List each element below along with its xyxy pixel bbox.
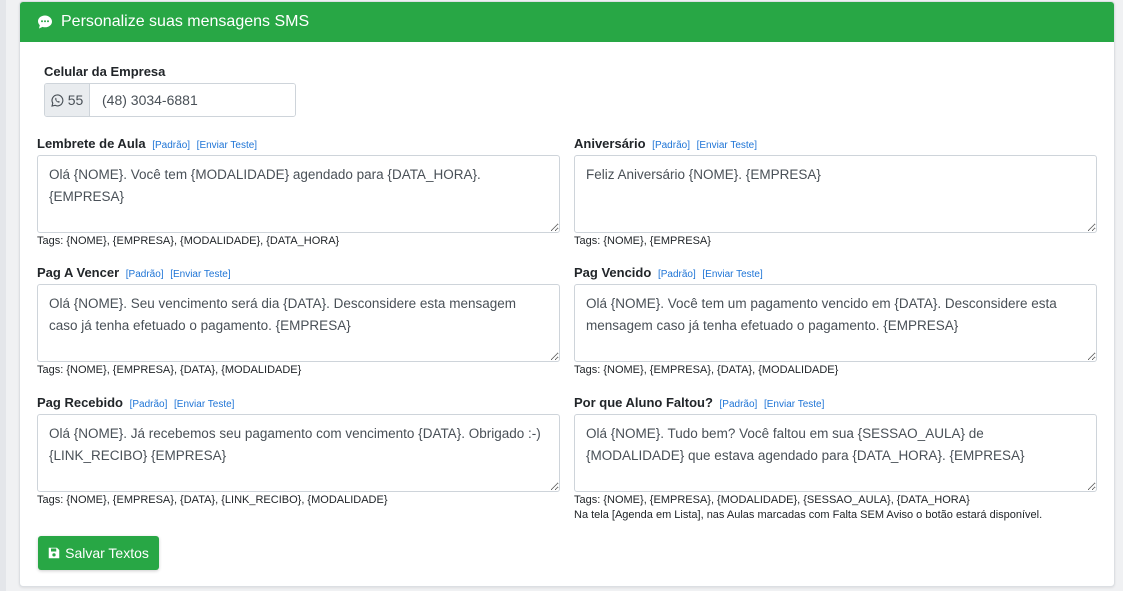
field-label: Pag A Vencer (37, 265, 120, 280)
tags-hint: Tags: {NOME}, {EMPRESA} (574, 235, 711, 247)
field-lembrete-de-aula: Lembrete de Aula [Padrão] [Enviar Teste]… (37, 135, 560, 249)
country-code-prefix: 55 (45, 84, 90, 116)
card-header: Personalize suas mensagens SMS (20, 2, 1114, 42)
default-link[interactable]: [Padrão] (152, 140, 190, 151)
default-link[interactable]: [Padrão] (720, 399, 758, 410)
field-label: Pag Vencido (574, 265, 652, 280)
send-test-link[interactable]: [Enviar Teste] (197, 140, 257, 151)
tags-hint: Tags: {NOME}, {EMPRESA}, {DATA}, {LINK_R… (37, 494, 388, 506)
card-title: Personalize suas mensagens SMS (61, 13, 310, 30)
field-por-que-aluno-faltou: Por que Aluno Faltou? [Padrão] [Enviar T… (574, 394, 1097, 523)
tags-hint: Tags: {NOME}, {EMPRESA}, {MODALIDADE}, {… (574, 494, 970, 506)
absence-note: Na tela [Agenda em Lista], nas Aulas mar… (574, 509, 1043, 521)
field-label: Lembrete de Aula (37, 136, 146, 151)
send-test-link[interactable]: [Enviar Teste] (170, 269, 230, 280)
send-test-link[interactable]: [Enviar Teste] (697, 140, 757, 151)
message-textarea[interactable]: Feliz Aniversário {NOME}. {EMPRESA} (574, 155, 1097, 233)
floppy-disk-icon (48, 547, 60, 559)
message-textarea[interactable]: Olá {NOME}. Tudo bem? Você faltou em sua… (574, 414, 1097, 492)
default-link[interactable]: [Padrão] (126, 269, 164, 280)
tags-hint: Tags: {NOME}, {EMPRESA}, {MODALIDADE}, {… (37, 235, 340, 247)
default-link[interactable]: [Padrão] (130, 399, 168, 410)
message-textarea[interactable]: Olá {NOME}. Você tem um pagamento vencid… (574, 284, 1097, 362)
send-test-link[interactable]: [Enviar Teste] (764, 399, 824, 410)
field-label: Por que Aluno Faltou? (574, 395, 713, 410)
whatsapp-icon (50, 93, 64, 107)
default-link[interactable]: [Padrão] (658, 269, 696, 280)
tags-hint: Tags: {NOME}, {EMPRESA}, {DATA}, {MODALI… (574, 364, 839, 376)
company-phone-input[interactable] (90, 84, 295, 116)
field-pag-recebido: Pag Recebido [Padrão] [Enviar Teste] Olá… (37, 394, 560, 508)
company-phone-label: Celular da Empresa (44, 64, 166, 79)
page-edge (0, 0, 6, 591)
tags-hint: Tags: {NOME}, {EMPRESA}, {DATA}, {MODALI… (37, 364, 302, 376)
country-code: 55 (67, 92, 84, 108)
field-label: Pag Recebido (37, 395, 123, 410)
send-test-link[interactable]: [Enviar Teste] (174, 399, 234, 410)
field-pag-a-vencer: Pag A Vencer [Padrão] [Enviar Teste] Olá… (37, 264, 560, 378)
default-link[interactable]: [Padrão] (652, 140, 690, 151)
sms-settings-card: Personalize suas mensagens SMS Celular d… (19, 1, 1115, 587)
company-phone-group: 55 (44, 83, 296, 117)
save-button-label: Salvar Textos (65, 545, 149, 561)
field-label: Aniversário (574, 136, 646, 151)
comment-dots-icon (38, 15, 52, 29)
message-textarea[interactable]: Olá {NOME}. Você tem {MODALIDADE} agenda… (37, 155, 560, 233)
send-test-link[interactable]: [Enviar Teste] (702, 269, 762, 280)
save-texts-button[interactable]: Salvar Textos (38, 536, 159, 570)
field-pag-vencido: Pag Vencido [Padrão] [Enviar Teste] Olá … (574, 264, 1097, 378)
field-aniversario: Aniversário [Padrão] [Enviar Teste] Feli… (574, 135, 1097, 249)
message-textarea[interactable]: Olá {NOME}. Já recebemos seu pagamento c… (37, 414, 560, 492)
message-textarea[interactable]: Olá {NOME}. Seu vencimento será dia {DAT… (37, 284, 560, 362)
